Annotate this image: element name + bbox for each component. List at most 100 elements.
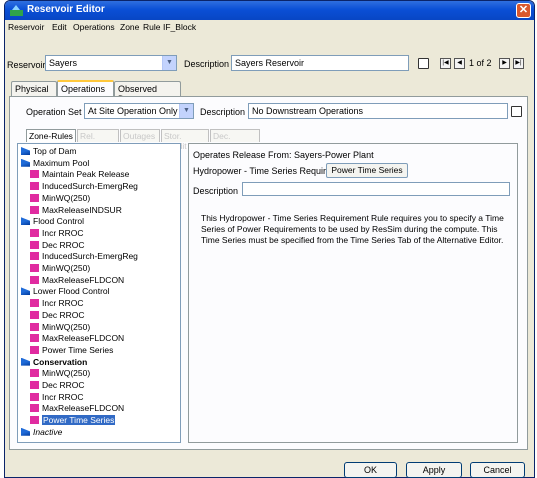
tree-rule-item[interactable]: MaxReleaseFLDCON [30,333,124,343]
tab-zone-rules[interactable]: Zone-Rules [26,129,76,142]
tree-rule-item[interactable]: MaxReleaseFLDCON [30,403,124,413]
tree-rule-item[interactable]: Incr RROC [30,228,84,238]
tab-operations[interactable]: Operations [57,80,114,96]
tree-rule-item[interactable]: Incr RROC [30,298,84,308]
tree-zone-item[interactable]: Conservation [21,357,87,367]
menu-if-block[interactable]: IF_Block [163,22,196,32]
tree-item-label: Top of Dam [33,146,77,156]
chevron-down-icon[interactable]: ▼ [162,56,176,70]
tree-item-label: Dec RROC [42,239,85,250]
app-icon [10,5,23,16]
power-time-series-button[interactable]: Power Time Series [326,163,408,178]
reservoir-description-value: Sayers Reservoir [235,58,305,68]
tree-rule-item[interactable]: Power Time Series [30,415,116,426]
ok-button[interactable]: OK [344,462,397,478]
tree-rule-item[interactable]: Dec RROC [30,380,85,390]
tree-item-label: Power Time Series [42,415,116,426]
tree-item-label: Power Time Series [42,344,114,355]
tab-stor-credit[interactable]: Stor. Credit [161,129,209,151]
tree-item-label: MaxReleaseINDSUR [42,204,122,215]
apply-button[interactable]: Apply [406,462,462,478]
operation-set-value: At Site Operation Only [88,106,178,116]
tree-item-label: Dec RROC [42,309,85,320]
zone-icon [21,147,30,155]
rule-icon [30,381,39,389]
rule-icon [30,170,39,179]
close-button[interactable]: ✕ [516,3,531,18]
tree-item-label: Dec RROC [42,380,85,390]
tab-rel-alloc[interactable]: Rel. Alloc. [77,129,119,151]
menu-operations[interactable]: Operations [73,22,115,32]
tree-rule-item[interactable]: MaxReleaseINDSUR [30,205,122,215]
tree-rule-item[interactable]: InducedSurch-EmergReg [30,251,138,261]
operation-set-description-label: Description [200,107,246,117]
tree-zone-item[interactable]: Inactive [21,427,62,437]
tree-item-label: MinWQ(250) [42,368,91,379]
tab-dec-sched[interactable]: Dec. Sched. [210,129,260,151]
title-bar[interactable]: Reservoir Editor ✕ [5,1,534,20]
tree-item-label: Inactive [33,426,63,437]
previous-record-button[interactable]: ◀ [454,58,465,69]
reservoir-description-field[interactable]: Sayers Reservoir [231,55,409,71]
tree-item-label: MaxReleaseFLDCON [42,403,125,414]
chevron-down-icon[interactable]: ▼ [179,104,193,118]
operation-set-select[interactable]: At Site Operation Only ▼ [84,103,194,119]
rule-icon [30,193,39,202]
tree-item-label: Incr RROC [42,227,84,238]
page-indicator: 1 of 2 [469,58,492,68]
tab-physical[interactable]: Physical [11,81,57,96]
zone-rule-tree[interactable]: Top of Dam Maximum Pool Maintain Peak Rele… [17,143,181,443]
first-record-button[interactable]: |◀ [440,58,451,69]
tree-rule-item[interactable]: MinWQ(250) [30,193,90,203]
reservoir-description-label: Description [184,59,230,69]
next-record-button[interactable]: ▶ [499,58,510,69]
menu-reservoir[interactable]: Reservoir [8,22,44,32]
zone-icon [21,357,30,366]
tree-item-label: Maximum Pool [33,157,90,168]
window-title: Reservoir Editor [27,4,105,15]
tree-rule-item[interactable]: MinWQ(250) [30,322,90,332]
rule-icon [30,182,39,191]
rule-icon [30,392,39,401]
rule-icon [30,299,39,308]
menu-rule[interactable]: Rule [143,22,160,32]
tree-rule-item[interactable]: InducedSurch-EmergReg [30,181,138,191]
tree-zone-item[interactable]: Top of Dam [21,146,76,156]
tree-rule-item[interactable]: MinWQ(250) [30,368,90,378]
menu-edit[interactable]: Edit [52,22,67,32]
rule-icon [30,310,39,319]
tree-item-label: MaxReleaseFLDCON [42,333,125,344]
edit-description-button[interactable] [418,58,429,69]
tree-item-label: Lower Flood Control [33,286,110,297]
tab-outages[interactable]: Outages [120,129,160,142]
rule-icon [30,416,39,425]
tree-item-label: InducedSurch-EmergReg [42,181,138,192]
tree-zone-item[interactable]: Maximum Pool [21,158,89,168]
tree-rule-item[interactable]: Maintain Peak Release [30,169,129,179]
edit-opset-description-button[interactable] [511,106,522,117]
cancel-button[interactable]: Cancel [470,462,525,478]
tree-rule-item[interactable]: Incr RROC [30,392,84,402]
menu-zone[interactable]: Zone [120,22,139,32]
reservoir-select[interactable]: Sayers ▼ [45,55,177,71]
tree-zone-item[interactable]: Flood Control [21,216,84,226]
tree-rule-item[interactable]: MinWQ(250) [30,263,90,273]
rule-icon [30,240,39,249]
tree-rule-item[interactable]: Dec RROC [30,310,85,320]
tree-rule-item[interactable]: MaxReleaseFLDCON [30,275,124,285]
rule-description-label: Description [193,186,239,196]
operation-set-description-field[interactable]: No Downstream Operations [248,103,508,119]
tree-item-label: Conservation [33,356,88,367]
reservoir-value: Sayers [49,58,78,68]
tree-zone-item[interactable]: Lower Flood Control [21,286,110,296]
zone-icon [21,158,30,167]
rule-icon [30,322,39,331]
tree-rule-item[interactable]: Power Time Series [30,345,113,355]
menu-bar: Reservoir Edit Operations Zone Rule IF_B… [5,20,534,35]
rule-icon [30,334,39,343]
tab-observed-data[interactable]: Observed Data [114,81,181,104]
rule-description-field[interactable] [242,182,510,196]
tree-rule-item[interactable]: Dec RROC [30,240,85,250]
rule-icon [30,275,39,284]
last-record-button[interactable]: ▶| [513,58,524,69]
